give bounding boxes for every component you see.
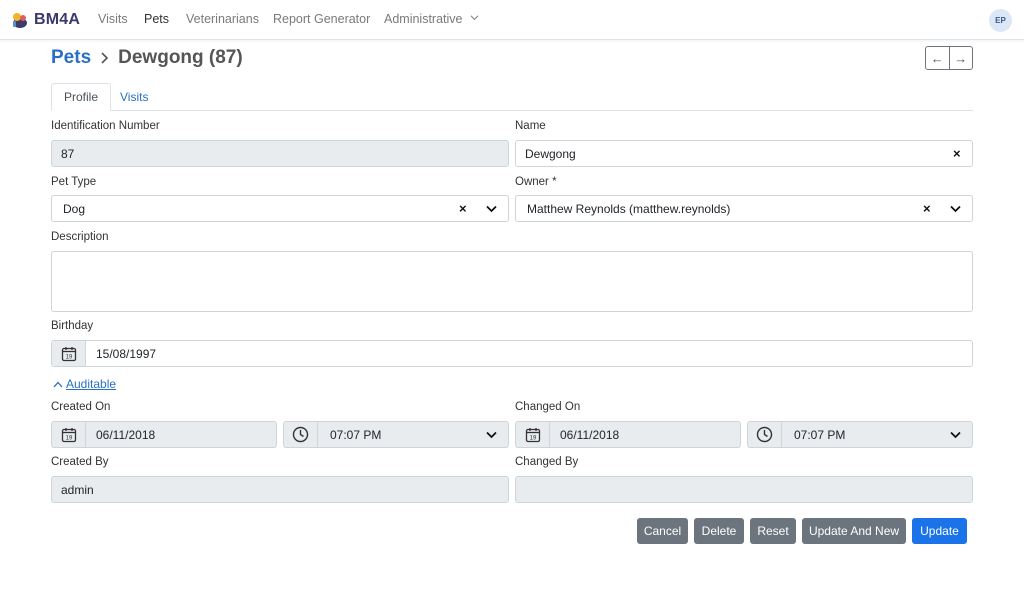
created-on-clock-button	[284, 422, 318, 447]
chevron-up-icon	[53, 381, 63, 387]
chevron-down-icon	[486, 431, 497, 439]
breadcrumb: Pets Dewgong (87)	[51, 47, 243, 69]
birthday-label: Birthday	[51, 320, 94, 332]
owner-label: Owner *	[515, 176, 557, 188]
pet-type-value: Dog	[63, 201, 86, 216]
identification-field: 87	[51, 140, 509, 167]
top-navbar: BM4A Visits Pets Veterinarians Report Ge…	[0, 0, 1024, 40]
pet-type-label: Pet Type	[51, 176, 97, 188]
calendar-icon-day: 19	[65, 354, 72, 360]
chevron-right-icon	[101, 52, 109, 64]
delete-button[interactable]: Delete	[694, 518, 744, 544]
created-by-field: admin	[51, 476, 509, 503]
birthday-calendar-button[interactable]: 19	[52, 341, 86, 366]
changed-on-date-field: 19 06/11/2018	[515, 421, 741, 448]
brand[interactable]: BM4A	[10, 10, 80, 30]
clear-name-icon[interactable]: ×	[953, 147, 961, 160]
created-by-label: Created By	[51, 456, 109, 468]
name-value: Dewgong	[525, 146, 576, 161]
calendar-icon-day: 19	[529, 435, 536, 441]
created-on-date-field: 19 06/11/2018	[51, 421, 277, 448]
chevron-down-icon[interactable]	[950, 205, 961, 213]
clear-owner-icon[interactable]: ×	[923, 202, 931, 215]
changed-on-time-field: 07:07 PM	[747, 421, 973, 448]
chevron-down-icon[interactable]	[486, 205, 497, 213]
tabs-divider	[51, 110, 973, 111]
changed-by-field	[515, 476, 973, 503]
created-on-label: Created On	[51, 401, 111, 413]
previous-record-button[interactable]: ←	[926, 47, 949, 69]
name-input[interactable]: Dewgong ×	[515, 140, 973, 167]
nav-item-pets[interactable]: Pets	[144, 12, 169, 26]
chevron-down-icon	[950, 431, 961, 439]
cancel-button[interactable]: Cancel	[637, 518, 688, 544]
clock-icon	[292, 426, 309, 443]
auditable-toggle[interactable]: Auditable	[53, 377, 116, 391]
created-on-calendar-button: 19	[52, 422, 86, 447]
auditable-label: Auditable	[66, 377, 117, 391]
clear-pet-type-icon[interactable]: ×	[459, 202, 467, 215]
pet-type-select[interactable]: Dog ×	[51, 195, 509, 222]
changed-on-clock-button	[748, 422, 782, 447]
description-label: Description	[51, 231, 109, 243]
nav-item-administrative[interactable]: Administrative	[384, 12, 479, 26]
update-and-new-button[interactable]: Update And New	[802, 518, 906, 544]
brand-name: BM4A	[34, 11, 81, 28]
calendar-icon: 19	[525, 427, 540, 442]
description-textarea[interactable]	[51, 251, 973, 312]
calendar-icon: 19	[61, 427, 76, 442]
identification-label: Identification Number	[51, 120, 160, 132]
changed-by-label: Changed By	[515, 456, 579, 468]
brand-logo-icon	[13, 13, 27, 28]
changed-on-label: Changed On	[515, 401, 581, 413]
created-by-value: admin	[61, 482, 94, 497]
changed-on-calendar-button: 19	[516, 422, 550, 447]
nav-item-veterinarians[interactable]: Veterinarians	[186, 12, 259, 26]
record-pager: ← →	[925, 46, 973, 70]
calendar-icon: 19	[61, 346, 76, 361]
arrow-right-icon: →	[954, 50, 968, 66]
chevron-down-icon	[470, 15, 479, 21]
tab-visits[interactable]: Visits	[108, 83, 160, 111]
next-record-button[interactable]: →	[948, 47, 973, 69]
nav-item-visits[interactable]: Visits	[98, 12, 128, 26]
nav-item-administrative-label: Administrative	[384, 12, 463, 26]
nav-item-report-generator[interactable]: Report Generator	[273, 12, 370, 26]
user-avatar[interactable]: EP	[989, 9, 1012, 32]
owner-value: Matthew Reynolds (matthew.reynolds)	[527, 201, 731, 216]
breadcrumb-pets-link[interactable]: Pets	[51, 47, 91, 69]
tab-profile[interactable]: Profile	[51, 83, 112, 111]
name-label: Name	[515, 120, 546, 132]
created-on-time-field: 07:07 PM	[283, 421, 509, 448]
calendar-icon-day: 19	[65, 435, 72, 441]
birthday-input[interactable]: 19 15/08/1997	[51, 340, 973, 367]
clock-icon	[756, 426, 773, 443]
update-button[interactable]: Update	[912, 518, 967, 544]
page-title: Dewgong (87)	[118, 47, 243, 68]
identification-value: 87	[61, 146, 75, 161]
owner-select[interactable]: Matthew Reynolds (matthew.reynolds) ×	[515, 195, 973, 222]
reset-button[interactable]: Reset	[750, 518, 796, 544]
arrow-left-icon: ←	[930, 50, 944, 66]
